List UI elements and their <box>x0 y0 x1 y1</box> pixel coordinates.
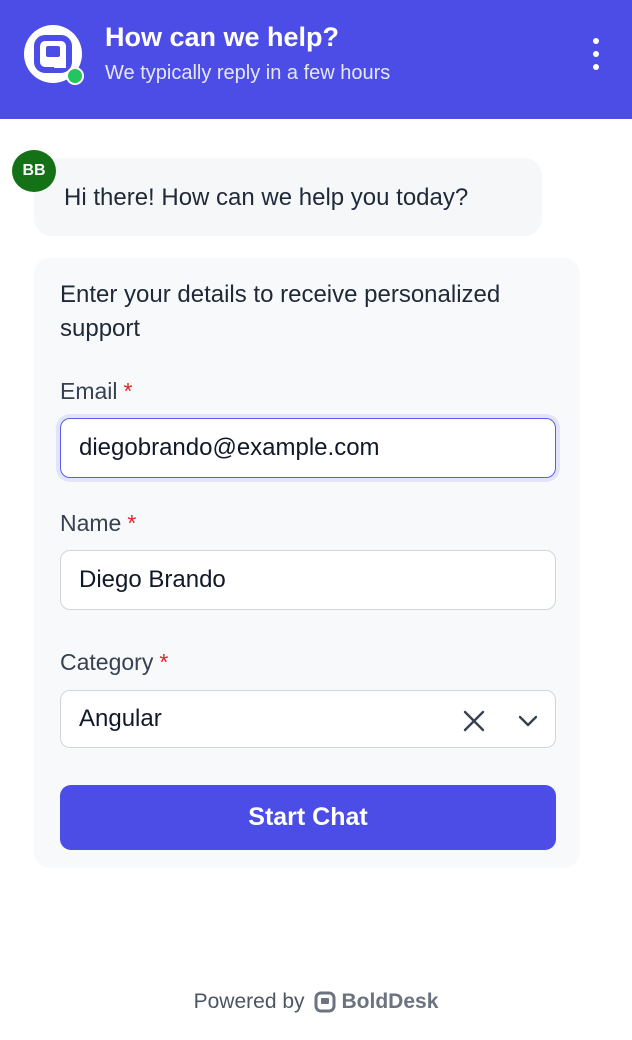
form-intro: Enter your details to receive personaliz… <box>60 281 501 342</box>
name-label: Name * <box>60 510 136 537</box>
name-value: Diego Brando <box>79 566 226 593</box>
brand-link[interactable]: BoldDesk <box>313 990 439 1014</box>
footer: Powered by BoldDesk <box>0 990 632 1022</box>
category-label: Category * <box>60 649 168 676</box>
start-chat-button[interactable]: Start Chat <box>60 785 556 850</box>
more-vertical-icon[interactable] <box>582 34 610 74</box>
email-value: diegobrando@example.com <box>79 434 380 461</box>
brand-name: BoldDesk <box>341 990 439 1013</box>
header-title: How can we help? <box>105 22 340 52</box>
email-label: Email * <box>60 378 132 405</box>
greeting-message: Hi there! How can we help you today? <box>34 158 542 236</box>
bolddesk-logo-icon <box>314 991 336 1013</box>
chevron-down-icon[interactable] <box>515 708 541 734</box>
category-value: Angular <box>79 705 162 732</box>
chat-header: How can we help? We typically reply in a… <box>0 0 632 119</box>
email-label-text: Email <box>60 378 118 404</box>
email-field[interactable]: diegobrando@example.com <box>60 418 556 478</box>
category-label-text: Category <box>60 649 154 675</box>
close-icon[interactable] <box>461 708 487 734</box>
category-select[interactable]: Angular <box>60 690 556 748</box>
header-subtitle: We typically reply in a few hours <box>105 62 391 84</box>
powered-by-text: Powered by <box>193 990 305 1013</box>
name-field[interactable]: Diego Brando <box>60 550 556 610</box>
required-marker: * <box>123 378 133 404</box>
agent-avatar: BB <box>12 150 56 192</box>
required-marker: * <box>127 510 137 536</box>
online-status-icon <box>66 67 84 85</box>
greeting-text: Hi there! How can we help you today? <box>64 184 469 211</box>
required-marker: * <box>159 649 169 675</box>
name-label-text: Name <box>60 510 122 536</box>
contact-form: Enter your details to receive personaliz… <box>34 258 580 868</box>
